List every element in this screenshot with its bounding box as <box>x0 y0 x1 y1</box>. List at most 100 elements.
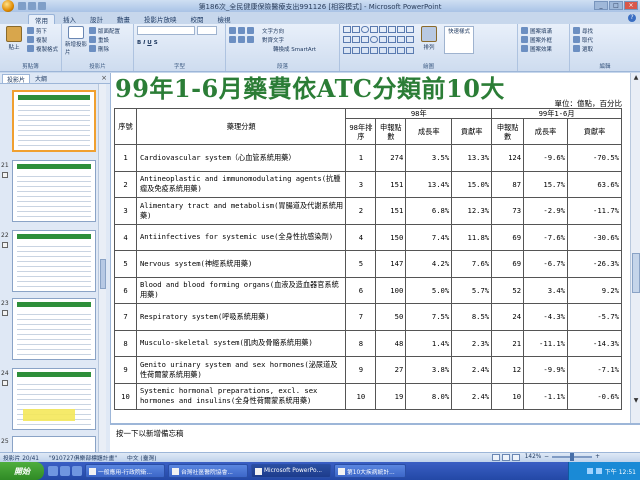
slide-thumbnail[interactable] <box>12 436 96 452</box>
layout-button[interactable]: 版面配置 <box>89 26 120 35</box>
zoom-level[interactable]: 142% <box>525 454 542 460</box>
outlook-icon[interactable] <box>60 466 70 476</box>
find-button[interactable]: 尋找 <box>573 26 637 35</box>
tab-animations[interactable]: 動畫 <box>111 14 136 24</box>
smartart-button[interactable]: 轉換成 SmartArt <box>273 45 316 53</box>
table-row: 9 Genito urinary system and sex hormones(… <box>114 356 622 384</box>
slide-thumbnail[interactable] <box>12 298 96 360</box>
font-name-select[interactable] <box>137 26 195 35</box>
table-row: 3 Alimentary tract and metabolism(胃腸道及代謝系… <box>114 197 622 225</box>
shape-outline-button[interactable]: 圖案外框 <box>521 35 566 44</box>
scroll-up-icon[interactable]: ▲ <box>632 74 640 82</box>
tab-view[interactable]: 檢視 <box>212 14 237 24</box>
slides-label: 投影片 <box>89 64 106 70</box>
slide-editor[interactable]: 99年1-6月藥費依ATC分類前10大 單位：億點，百分比 序號 藥理分類 98… <box>110 73 630 423</box>
quick-styles-button[interactable]: 快速樣式 <box>444 26 474 54</box>
tab-design[interactable]: 設計 <box>84 14 109 24</box>
tab-slideshow[interactable]: 投影片放映 <box>138 14 183 24</box>
window-title: 第186次_全民健康保險醫療支出991126 [相容模式] - Microsof… <box>198 3 442 11</box>
slide-thumbnail[interactable] <box>12 160 96 222</box>
tab-review[interactable]: 校閱 <box>185 14 210 24</box>
align-text-button[interactable]: 對齊文字 <box>262 36 284 44</box>
growth99-header: 成長率 <box>523 118 569 145</box>
taskbar-button[interactable]: 一般應用-行政院衛... <box>85 464 165 478</box>
format-painter-button[interactable]: 複製格式 <box>27 44 58 53</box>
zoom-in-icon[interactable]: + <box>595 454 600 460</box>
close-button[interactable]: × <box>624 1 638 10</box>
points99-header: 申報點數 <box>491 118 525 145</box>
taskbar-button[interactable]: 台灣社區醫院協會... <box>168 464 248 478</box>
zoom-slider[interactable] <box>552 453 593 461</box>
minimize-button[interactable]: _ <box>594 1 608 10</box>
network-icon[interactable] <box>586 468 593 474</box>
delete-slide-button[interactable]: 刪除 <box>89 44 120 53</box>
tab-slides[interactable]: 投影片 <box>2 74 31 84</box>
smartart-row: 轉換成 SmartArt <box>229 44 336 53</box>
italic-icon[interactable]: I <box>143 40 145 46</box>
data-table[interactable]: 序號 藥理分類 98年 99年1-6月 98年排序 申報點數 成長率 貢獻率 申… <box>114 108 622 410</box>
align-center-icon[interactable] <box>238 36 245 43</box>
normal-view-icon[interactable] <box>492 454 500 461</box>
tab-insert[interactable]: 插入 <box>57 14 82 24</box>
copy-button[interactable]: 複製 <box>27 35 58 44</box>
align-left-icon[interactable] <box>229 36 236 43</box>
thumbnail-highlight <box>23 409 75 421</box>
arrange-button[interactable]: 排列 <box>418 26 440 56</box>
align-right-icon[interactable] <box>247 36 254 43</box>
close-panel-icon[interactable]: × <box>101 74 107 82</box>
scrollbar-thumb[interactable] <box>100 259 106 289</box>
notes-pane[interactable]: 按一下以新增備忘稿 <box>110 423 640 453</box>
shape-fill-button[interactable]: 圖案填滿 <box>521 26 566 35</box>
bold-icon[interactable]: B <box>137 40 141 46</box>
indent-icon[interactable] <box>247 27 254 34</box>
numbering-icon[interactable] <box>238 27 245 34</box>
scroll-down-icon[interactable]: ▼ <box>632 397 640 405</box>
ie-icon[interactable] <box>48 466 58 476</box>
bullets-icon[interactable] <box>229 27 236 34</box>
volume-icon[interactable] <box>595 468 602 474</box>
font-group: BIUS 字型 <box>134 24 226 71</box>
desktop-icon[interactable] <box>72 466 82 476</box>
tab-home[interactable]: 常用 <box>28 14 55 25</box>
table-row: 1 Cardiovascular system（心血管系統用藥） 1 274 3.5% 1… <box>114 144 622 172</box>
shape-effects-button[interactable]: 圖案效果 <box>521 44 566 53</box>
zoom-out-icon[interactable]: − <box>544 454 549 460</box>
thumbnails-scrollbar[interactable] <box>98 84 106 452</box>
brush-icon <box>27 45 34 52</box>
taskbar: 開始 一般應用-行政院衛... 台灣社區醫院協會... Microsoft Po… <box>0 462 640 480</box>
paste-button[interactable]: 貼上 <box>3 26 25 56</box>
paragraph-label: 段落 <box>276 64 288 70</box>
text-direction-button[interactable]: 文字方向 <box>262 27 284 35</box>
shapes-gallery[interactable] <box>343 26 414 56</box>
scrollbar-thumb[interactable] <box>632 253 640 293</box>
language-indicator[interactable]: 中文 (臺灣) <box>127 453 157 462</box>
category-header: 藥理分類 <box>135 108 347 145</box>
cut-button[interactable]: 剪下 <box>27 26 58 35</box>
help-icon[interactable]: ? <box>628 14 636 22</box>
new-slide-button[interactable]: 新增投影片 <box>65 26 87 56</box>
font-size-select[interactable] <box>197 26 217 35</box>
slide-number: 24 <box>1 370 9 377</box>
underline-icon[interactable]: U <box>147 40 151 46</box>
taskbar-button[interactable]: 第10大疾病統計... <box>334 464 406 478</box>
slide-title[interactable]: 99年1-6月藥費依ATC分類前10大 <box>115 73 505 104</box>
select-button[interactable]: 選取 <box>573 44 637 53</box>
reset-button[interactable]: 重設 <box>89 35 120 44</box>
maximize-button[interactable]: □ <box>609 1 623 10</box>
replace-button[interactable]: 取代 <box>573 35 637 44</box>
slide-thumbnail[interactable] <box>12 368 96 430</box>
slide-sorter-icon[interactable] <box>502 454 510 461</box>
slide-scrollbar[interactable]: ▲ ▼ <box>630 73 640 423</box>
slide-thumbnail[interactable] <box>12 90 96 152</box>
start-button[interactable]: 開始 <box>0 462 44 480</box>
strike-icon[interactable]: S <box>154 40 158 46</box>
taskbar-button[interactable]: Microsoft PowerPo... <box>251 464 331 478</box>
fill-icon <box>521 27 528 34</box>
slide-thumbnail[interactable] <box>12 230 96 292</box>
table-row: 6 Blood and blood forming organs(血液及造血器官系… <box>114 276 622 304</box>
slideshow-icon[interactable] <box>512 454 520 461</box>
clipboard-label: 剪貼簿 <box>22 64 39 70</box>
slide-thumbnails: 21 22 23 24 25 <box>0 84 110 452</box>
slide-number: 25 <box>1 438 9 445</box>
tab-outline[interactable]: 大綱 <box>31 74 51 83</box>
